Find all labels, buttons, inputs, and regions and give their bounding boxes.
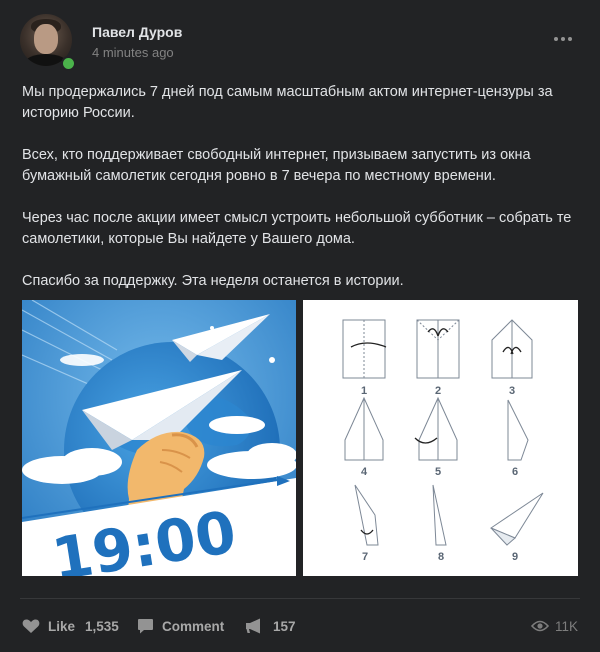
eye-icon	[530, 620, 549, 632]
step-number: 4	[361, 466, 368, 478]
post-card: Павел Дуров 4 minutes ago Мы продержалис…	[0, 0, 600, 652]
comment-icon	[138, 619, 153, 634]
online-indicator	[61, 56, 76, 71]
post-paragraph: Всех, кто поддерживает свободный интерне…	[22, 147, 531, 184]
step-number: 3	[509, 385, 515, 397]
views-counter: 11K	[530, 616, 578, 636]
comment-button[interactable]: Comment	[137, 616, 224, 636]
author-name[interactable]: Павел Дуров	[92, 24, 182, 40]
post-header: Павел Дуров 4 minutes ago	[20, 14, 580, 74]
post-paragraph: Через час после акции имеет смысл устрои…	[22, 210, 572, 247]
post-paragraph: Спасибо за поддержку. Эта неделя останет…	[22, 273, 404, 289]
heart-icon	[22, 619, 40, 633]
post-paragraph: Мы продержались 7 дней под самым масштаб…	[22, 84, 553, 121]
post-actions: Like 1,535 Comment 157 11K	[0, 598, 600, 652]
step-number: 9	[512, 551, 518, 563]
views-count: 11K	[554, 618, 578, 634]
share-count: 157	[273, 618, 296, 634]
more-options-icon[interactable]	[554, 28, 578, 41]
step-number: 8	[438, 551, 444, 563]
share-button[interactable]: 157	[245, 616, 296, 636]
post-text: Мы продержались 7 дней под самым масштаб…	[22, 82, 578, 313]
poster-illustration: 19:00	[22, 300, 296, 576]
step-number: 5	[435, 466, 441, 478]
step-number: 7	[362, 551, 368, 563]
step-number: 1	[361, 385, 367, 397]
attachment-photo-poster[interactable]: 19:00	[22, 300, 296, 576]
like-label: Like	[48, 618, 76, 634]
megaphone-icon	[246, 618, 260, 634]
like-button[interactable]: Like 1,535	[22, 616, 119, 636]
step-number: 2	[435, 385, 441, 397]
post-attachments: 19:00 1 2 3 4 5 6 7 8 9	[22, 300, 578, 576]
step-number: 6	[512, 466, 518, 478]
post-time[interactable]: 4 minutes ago	[92, 45, 174, 60]
attachment-photo-instructions[interactable]: 1 2 3 4 5 6 7 8 9	[303, 300, 578, 576]
folding-steps-illustration: 1 2 3 4 5 6 7 8 9	[342, 319, 544, 563]
like-count: 1,535	[85, 618, 119, 634]
divider	[20, 598, 580, 599]
comment-label: Comment	[162, 618, 225, 634]
